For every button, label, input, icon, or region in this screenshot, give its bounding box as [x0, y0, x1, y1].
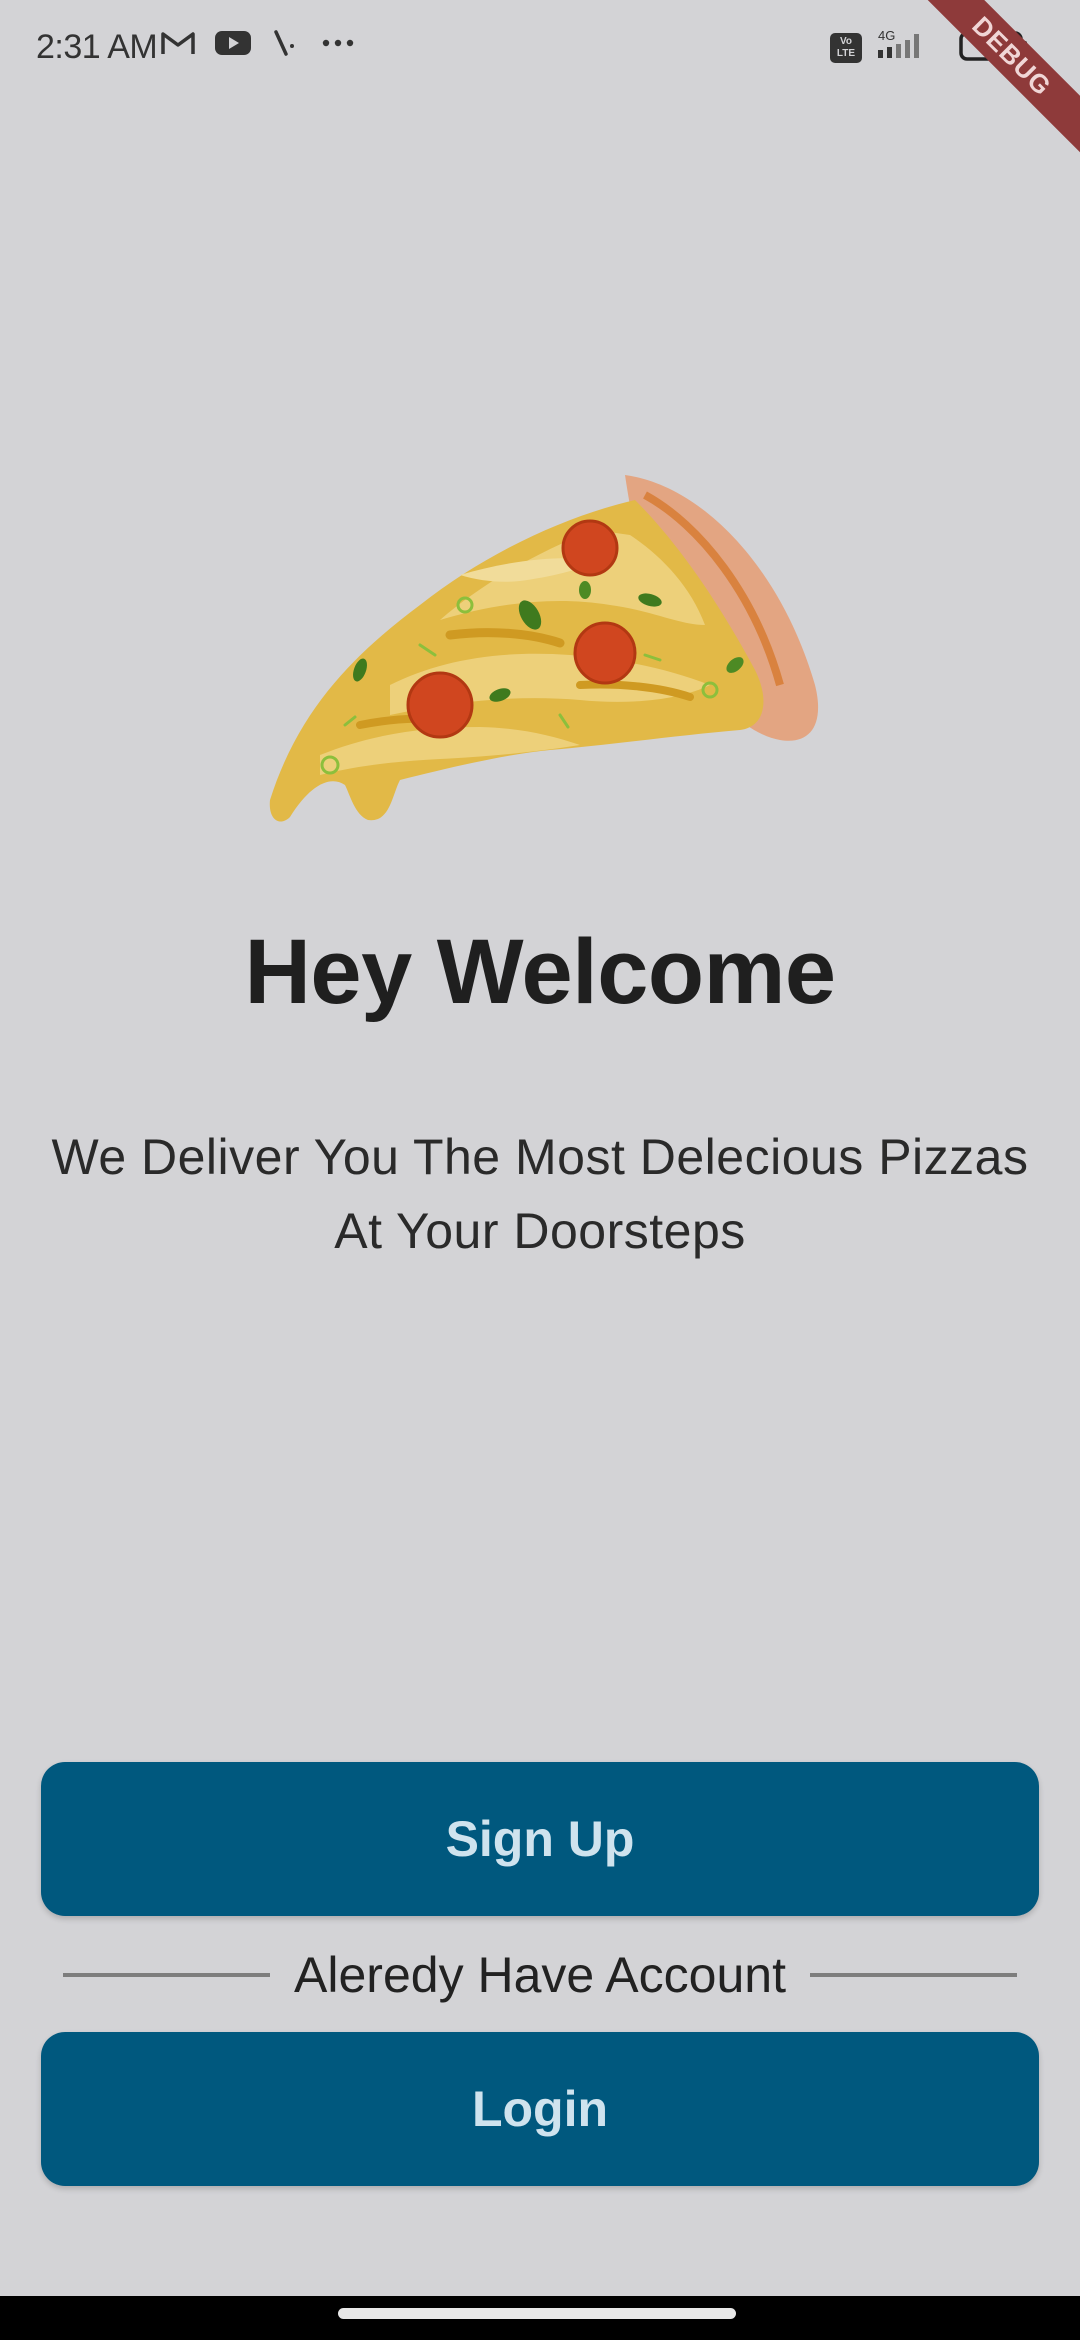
- debug-banner: DEBUG: [910, 0, 1080, 170]
- app-notification-icon: [270, 28, 300, 63]
- divider-line-left: [63, 1973, 271, 1977]
- debug-label: DEBUG: [910, 0, 1080, 163]
- login-button[interactable]: Login: [41, 2032, 1039, 2186]
- divider-line-right: [809, 1973, 1018, 1977]
- navigation-bar: [0, 2296, 1080, 2340]
- svg-text:4G: 4G: [878, 28, 895, 43]
- pizza-slice-icon: [250, 455, 830, 845]
- page-title: Hey Welcome: [244, 921, 836, 1023]
- home-gesture-handle[interactable]: [338, 2308, 736, 2319]
- account-divider: Aleredy Have Account: [63, 1940, 1018, 2010]
- volte-icon: Vo LTE: [830, 32, 862, 63]
- page-subtitle: We Deliver You The Most Delecious Pizzas…: [51, 1129, 1029, 1259]
- status-bar: 2:31 AM Vo LTE 4G DEBUG: [0, 0, 1080, 163]
- status-time: 2:31 AM: [36, 28, 158, 66]
- youtube-icon: [214, 29, 252, 62]
- sign-up-button[interactable]: Sign Up: [41, 1762, 1039, 1916]
- more-icon: [318, 29, 358, 62]
- gmail-icon: [160, 29, 196, 62]
- notification-icons: [160, 28, 358, 63]
- divider-label: Aleredy Have Account: [294, 1947, 786, 2003]
